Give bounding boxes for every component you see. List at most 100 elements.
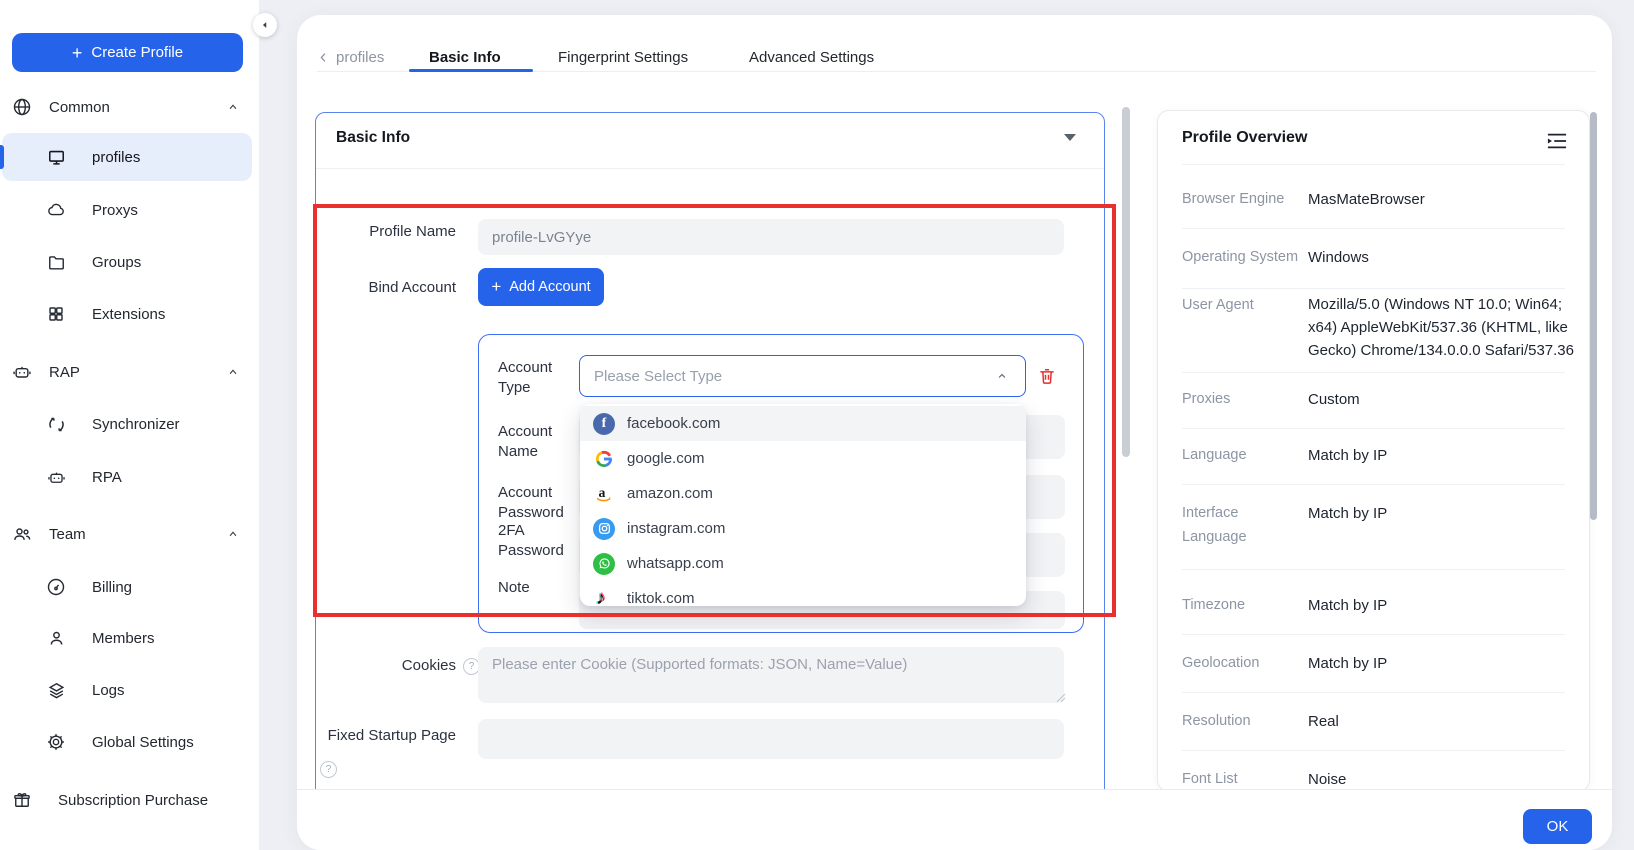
grid-icon	[46, 304, 66, 324]
sidebar-section-label: RAP	[49, 364, 80, 381]
footer-bar: OK	[297, 789, 1612, 850]
divider	[316, 168, 1104, 169]
globe-icon	[12, 97, 32, 117]
account-name-label: Account Name	[498, 422, 576, 462]
sidebar-item-global-settings[interactable]: Global Settings	[0, 720, 259, 764]
account-type-dropdown: f facebook.com	[580, 404, 1026, 606]
add-account-button[interactable]: + Add Account	[478, 268, 604, 306]
option-facebook[interactable]: f facebook.com	[580, 406, 1026, 441]
sidebar-item-proxys[interactable]: Proxys	[0, 188, 259, 232]
overview-row-value: Custom	[1308, 388, 1576, 411]
overview-title: Profile Overview	[1182, 129, 1307, 147]
profile-name-input[interactable]	[478, 219, 1064, 255]
divider	[1182, 228, 1565, 229]
overview-row-value: MasMateBrowser	[1308, 188, 1576, 211]
overview-row-label: Resolution	[1182, 709, 1302, 733]
sidebar-item-label: Extensions	[92, 306, 165, 323]
instagram-icon	[593, 518, 615, 540]
sync-icon	[46, 414, 66, 434]
monitor-icon	[46, 147, 66, 167]
sidebar-section-rap[interactable]: RAP	[0, 350, 259, 394]
layers-icon	[46, 680, 66, 700]
collapse-panel-icon[interactable]	[1547, 132, 1567, 150]
overview-row-label: Interface Language	[1182, 501, 1272, 549]
account-password-label: Account Password	[498, 483, 576, 523]
overview-row-value: Match by IP	[1308, 594, 1576, 617]
overview-row-value: Noise	[1308, 768, 1576, 791]
divider	[1182, 372, 1565, 373]
tab-fingerprint-settings[interactable]: Fingerprint Settings	[558, 45, 688, 69]
overview-scrollbar[interactable]	[1590, 112, 1597, 520]
divider	[1182, 634, 1565, 635]
gift-icon	[12, 790, 32, 810]
tab-basic-info[interactable]: Basic Info	[429, 45, 501, 69]
sidebar-item-label: Billing	[92, 579, 132, 596]
option-amazon[interactable]: a amazon.com	[580, 476, 1026, 511]
breadcrumb[interactable]: profiles	[317, 45, 384, 69]
active-tab-indicator	[409, 69, 533, 72]
note-label: Note	[498, 578, 576, 598]
fixed-startup-page-input[interactable]	[478, 719, 1064, 759]
chevron-up-icon	[226, 100, 240, 114]
divider	[1182, 692, 1565, 693]
sidebar-item-synchronizer[interactable]: Synchronizer	[0, 402, 259, 446]
sidebar-item-logs[interactable]: Logs	[0, 668, 259, 712]
chevron-up-icon	[226, 365, 240, 379]
create-profile-button[interactable]: + Create Profile	[12, 33, 243, 72]
sidebar-item-label: RPA	[92, 469, 122, 486]
sidebar-collapse-button[interactable]	[253, 13, 277, 37]
chevron-up-icon	[995, 369, 1009, 383]
overview-row-label: User Agent	[1182, 293, 1302, 317]
account-type-select[interactable]: Please Select Type	[579, 355, 1026, 397]
option-tiktok[interactable]: ♪♪♪ tiktok.com	[580, 581, 1026, 606]
overview-row-label: Geolocation	[1182, 651, 1302, 675]
overview-row-label: Language	[1182, 443, 1302, 467]
content-scrollbar[interactable]	[1122, 107, 1130, 457]
gauge-icon	[46, 577, 66, 597]
delete-account-icon[interactable]	[1037, 366, 1057, 386]
chevron-left-icon	[260, 20, 270, 30]
person-icon	[46, 628, 66, 648]
divider	[1182, 484, 1565, 485]
sidebar-item-label: Logs	[92, 682, 125, 699]
create-profile-label: Create Profile	[91, 44, 183, 61]
option-google[interactable]: google.com	[580, 441, 1026, 476]
divider	[1182, 569, 1565, 570]
plus-icon: +	[491, 277, 501, 297]
sidebar-item-rpa[interactable]: RPA	[0, 455, 259, 499]
sidebar-item-extensions[interactable]: Extensions	[0, 292, 259, 336]
option-instagram[interactable]: instagram.com	[580, 511, 1026, 546]
help-icon[interactable]: ?	[320, 761, 337, 778]
account-card: Account Type Account Name Account Passwo…	[478, 334, 1084, 633]
overview-row-value: Match by IP	[1308, 502, 1576, 525]
overview-row-value: Real	[1308, 710, 1576, 733]
sidebar-item-subscription-purchase[interactable]: Subscription Purchase	[0, 778, 259, 822]
option-whatsapp[interactable]: whatsapp.com	[580, 546, 1026, 581]
svg-text:a: a	[599, 484, 606, 499]
sidebar-section-team[interactable]: Team	[0, 512, 259, 556]
google-icon	[593, 448, 615, 470]
overview-row-label: Proxies	[1182, 387, 1302, 411]
profile-name-label: Profile Name	[336, 223, 456, 240]
sidebar-item-profiles[interactable]: profiles	[0, 135, 259, 179]
sidebar-section-common[interactable]: Common	[0, 85, 259, 129]
sidebar-section-label: Common	[49, 99, 110, 116]
sidebar-item-label: Groups	[92, 254, 141, 271]
sidebar-item-groups[interactable]: Groups	[0, 240, 259, 284]
sidebar-item-label: Global Settings	[92, 734, 194, 751]
chevron-up-icon	[226, 527, 240, 541]
sidebar-item-members[interactable]: Members	[0, 616, 259, 660]
overview-row-label: Timezone	[1182, 593, 1302, 617]
tiktok-icon: ♪♪♪	[593, 588, 615, 607]
facebook-icon: f	[593, 413, 615, 435]
tab-advanced-settings[interactable]: Advanced Settings	[749, 45, 874, 69]
collapse-section-icon[interactable]	[1064, 134, 1076, 141]
overview-row-label: Operating System	[1182, 245, 1302, 269]
fixed-startup-page-label: Fixed Startup Page	[316, 727, 456, 744]
ok-button[interactable]: OK	[1523, 809, 1592, 844]
cookies-textarea[interactable]	[478, 647, 1064, 703]
sidebar-item-label: Proxys	[92, 202, 138, 219]
sidebar-item-billing[interactable]: Billing	[0, 565, 259, 609]
overview-row-value: Windows	[1308, 246, 1576, 269]
robot-icon	[46, 467, 66, 487]
